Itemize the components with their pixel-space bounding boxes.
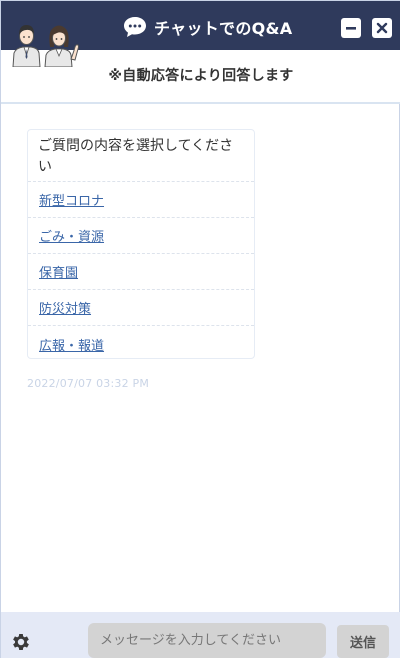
option-label[interactable]: 保育園: [39, 262, 78, 281]
option-label[interactable]: 新型コロナ: [39, 190, 104, 209]
option-nursery[interactable]: 保育園: [28, 254, 254, 290]
window-title: チャットでのQ&A: [154, 19, 293, 38]
chat-bubble-icon: [124, 17, 146, 37]
staff-avatars-icon: [12, 25, 79, 67]
message-question: ご質問の内容を選択してください: [28, 130, 254, 182]
option-press[interactable]: 広報・報道: [28, 326, 254, 362]
send-button[interactable]: 送信: [337, 625, 389, 658]
option-disaster[interactable]: 防災対策: [28, 290, 254, 326]
gear-icon[interactable]: [10, 631, 32, 653]
message-timestamp: 2022/07/07 03:32 PM: [27, 377, 150, 390]
message-input[interactable]: [88, 623, 326, 658]
close-button[interactable]: [372, 18, 392, 38]
option-garbage[interactable]: ごみ・資源: [28, 218, 254, 254]
option-label[interactable]: ごみ・資源: [39, 226, 104, 245]
chat-window: チャットでのQ&A ※自動応答により回答します ご質問の内容を選択してください …: [0, 0, 400, 658]
option-label[interactable]: 広報・報道: [39, 335, 104, 354]
auto-reply-notice: ※自動応答により回答します: [108, 68, 294, 84]
option-label[interactable]: 防災対策: [39, 298, 91, 317]
title-group: チャットでのQ&A: [123, 15, 292, 39]
minimize-button[interactable]: [341, 18, 361, 38]
close-icon: [376, 22, 388, 34]
option-covid[interactable]: 新型コロナ: [28, 182, 254, 218]
minimize-icon: [346, 27, 356, 30]
bot-message-card: ご質問の内容を選択してください 新型コロナ ごみ・資源 保育園 防災対策 広報・…: [27, 129, 255, 359]
